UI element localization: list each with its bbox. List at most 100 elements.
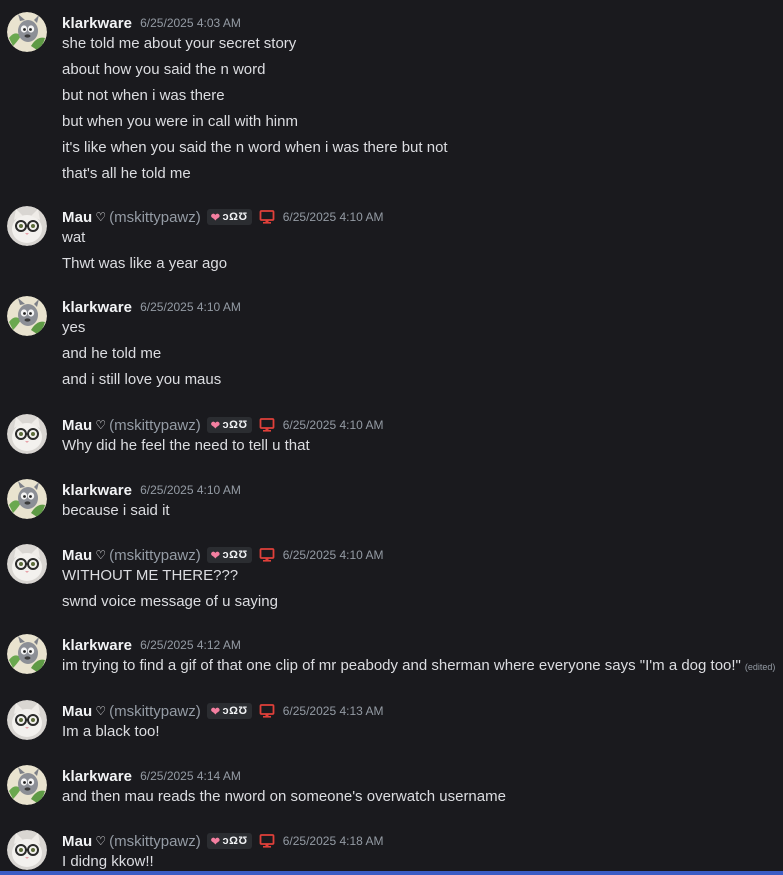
message-text: it's like when you said the n word when …: [62, 138, 448, 158]
avatar-klarkware[interactable]: [7, 634, 47, 674]
edited-label: (edited): [744, 662, 776, 672]
message-text-content: about how you said the n word: [62, 61, 266, 78]
message-text-content: and then mau reads the nword on someone'…: [62, 788, 506, 805]
message-header: klarkware 6/25/2025 4:03 AM: [62, 12, 241, 34]
message-text: but when you were in call with hinm: [62, 112, 298, 132]
server-tag-badge[interactable]: ❤ ↄΩƱ: [206, 547, 252, 563]
heart-icon: ♡: [95, 834, 107, 848]
message-text: that's all he told me: [62, 164, 191, 184]
heart-icon: ♡: [95, 704, 107, 718]
tag-heart-icon: ❤: [210, 835, 221, 848]
message-text-content: Im a black too!: [62, 723, 160, 740]
timestamp: 6/25/2025 4:10 AM: [282, 210, 384, 224]
heart-icon: ♡: [95, 210, 107, 224]
server-tag-badge[interactable]: ❤ ↄΩƱ: [206, 209, 252, 225]
tag-text: ↄΩƱ: [222, 835, 248, 847]
timestamp: 6/25/2025 4:18 AM: [282, 834, 384, 848]
message-text-content: and he told me: [62, 345, 162, 362]
user-handle[interactable]: (mskittypawz): [109, 833, 201, 850]
monitor-icon: [259, 417, 275, 433]
message-text-content: because i said it: [62, 502, 170, 519]
tag-heart-icon: ❤: [210, 211, 221, 224]
message-text-content: she told me about your secret story: [62, 35, 297, 52]
message-text-content: swnd voice message of u saying: [62, 593, 278, 610]
username[interactable]: klarkware: [62, 637, 132, 654]
username[interactable]: Mau: [62, 417, 92, 434]
message-text: but not when i was there: [62, 86, 225, 106]
avatar-klarkware[interactable]: [7, 479, 47, 519]
server-tag-badge[interactable]: ❤ ↄΩƱ: [206, 417, 252, 433]
monitor-icon: [259, 547, 275, 563]
message-text-content: I didng kkow!!: [62, 853, 154, 870]
timestamp: 6/25/2025 4:10 AM: [140, 483, 241, 497]
tag-heart-icon: ❤: [210, 705, 221, 718]
timestamp: 6/25/2025 4:14 AM: [140, 769, 241, 783]
user-handle[interactable]: (mskittypawz): [109, 703, 201, 720]
monitor-icon: [259, 209, 275, 225]
message-text-content: and i still love you maus: [62, 371, 222, 388]
message-text-content: but not when i was there: [62, 87, 225, 104]
message-text-content: WITHOUT ME THERE???: [62, 567, 239, 584]
message-text: Thwt was like a year ago: [62, 254, 227, 274]
tag-text: ↄΩƱ: [222, 419, 248, 431]
message-header: Mau ♡ (mskittypawz) ❤ ↄΩƱ 6/25/2025 4:13 AM: [62, 700, 383, 722]
message-text: I didng kkow!!: [62, 852, 154, 872]
message-text: about how you said the n word: [62, 60, 265, 80]
message-text-content: that's all he told me: [62, 165, 191, 182]
avatar-klarkware[interactable]: [7, 296, 47, 336]
message-header: klarkware 6/25/2025 4:14 AM: [62, 765, 241, 787]
message-header: klarkware 6/25/2025 4:10 AM: [62, 479, 241, 501]
timestamp: 6/25/2025 4:10 AM: [282, 418, 384, 432]
timestamp: 6/25/2025 4:03 AM: [140, 16, 241, 30]
tag-heart-icon: ❤: [210, 419, 221, 432]
username[interactable]: klarkware: [62, 482, 132, 499]
message-text: wat: [62, 228, 85, 248]
avatar-mau[interactable]: [7, 544, 47, 584]
message-header: Mau ♡ (mskittypawz) ❤ ↄΩƱ 6/25/2025 4:10 AM: [62, 206, 383, 228]
timestamp: 6/25/2025 4:12 AM: [140, 638, 241, 652]
user-handle[interactable]: (mskittypawz): [109, 547, 201, 564]
message-text: and then mau reads the nword on someone'…: [62, 787, 506, 807]
message-text-content: it's like when you said the n word when …: [62, 139, 448, 156]
message-text: yes: [62, 318, 85, 338]
tag-text: ↄΩƱ: [222, 549, 248, 561]
avatar-mau[interactable]: [7, 206, 47, 246]
heart-icon: ♡: [95, 418, 107, 432]
avatar-klarkware[interactable]: [7, 12, 47, 52]
tag-text: ↄΩƱ: [222, 211, 248, 223]
username[interactable]: Mau: [62, 833, 92, 850]
tag-text: ↄΩƱ: [222, 705, 248, 717]
message-text: WITHOUT ME THERE???: [62, 566, 238, 586]
message-header: klarkware 6/25/2025 4:12 AM: [62, 634, 241, 656]
message-text-content: wat: [62, 229, 86, 246]
message-text: swnd voice message of u saying: [62, 592, 278, 612]
user-handle[interactable]: (mskittypawz): [109, 417, 201, 434]
username[interactable]: klarkware: [62, 299, 132, 316]
avatar-klarkware[interactable]: [7, 765, 47, 805]
message-text: and he told me: [62, 344, 161, 364]
username[interactable]: Mau: [62, 209, 92, 226]
chat-log: klarkware 6/25/2025 4:03 AM she told me ab…: [0, 0, 783, 875]
message-header: Mau ♡ (mskittypawz) ❤ ↄΩƱ 6/25/2025 4:10 AM: [62, 544, 383, 566]
message-text: Why did he feel the need to tell u that: [62, 436, 310, 456]
timestamp: 6/25/2025 4:10 AM: [282, 548, 384, 562]
server-tag-badge[interactable]: ❤ ↄΩƱ: [206, 703, 252, 719]
message-text-content: im trying to find a gif of that one clip…: [62, 657, 741, 674]
message-text: she told me about your secret story: [62, 34, 296, 54]
timestamp: 6/25/2025 4:10 AM: [140, 300, 241, 314]
username[interactable]: klarkware: [62, 768, 132, 785]
message-text-content: Why did he feel the need to tell u that: [62, 437, 310, 454]
avatar-mau[interactable]: [7, 414, 47, 454]
username[interactable]: klarkware: [62, 15, 132, 32]
user-handle[interactable]: (mskittypawz): [109, 209, 201, 226]
message-header: klarkware 6/25/2025 4:10 AM: [62, 296, 241, 318]
monitor-icon: [259, 703, 275, 719]
avatar-mau[interactable]: [7, 700, 47, 740]
tag-heart-icon: ❤: [210, 549, 221, 562]
avatar-mau[interactable]: [7, 830, 47, 870]
heart-icon: ♡: [95, 548, 107, 562]
username[interactable]: Mau: [62, 703, 92, 720]
server-tag-badge[interactable]: ❤ ↄΩƱ: [206, 833, 252, 849]
username[interactable]: Mau: [62, 547, 92, 564]
message-header: Mau ♡ (mskittypawz) ❤ ↄΩƱ 6/25/2025 4:10 AM: [62, 414, 383, 436]
